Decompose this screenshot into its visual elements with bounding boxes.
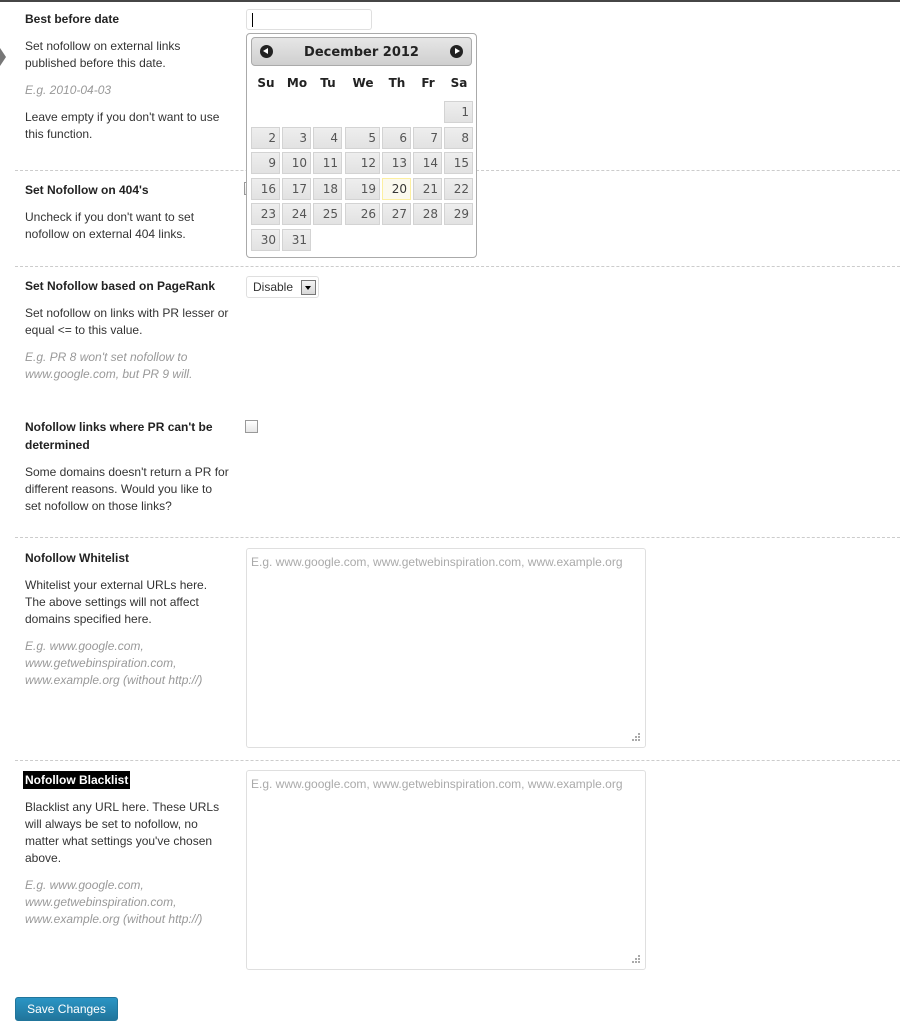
- blacklist-example: E.g. www.google.com, www.getwebinspirati…: [25, 878, 203, 926]
- pagerank-label-group: Set Nofollow based on PageRank Set nofol…: [25, 277, 230, 383]
- calendar-day[interactable]: 8: [444, 127, 473, 149]
- best-before-description: Set nofollow on external links published…: [25, 39, 181, 70]
- calendar-day[interactable]: 11: [313, 152, 342, 174]
- calendar-day[interactable]: 31: [282, 229, 311, 251]
- whitelist-description: Whitelist your external URLs here. The a…: [25, 578, 208, 626]
- weekday-header: Sa: [450, 76, 468, 90]
- calendar-day[interactable]: 17: [282, 178, 311, 200]
- calendar-day-today[interactable]: 20: [382, 178, 411, 200]
- calendar-day[interactable]: 27: [382, 203, 411, 225]
- pagerank-select[interactable]: Disable: [246, 276, 319, 298]
- blacklist-description: Blacklist any URL here. These URLs will …: [25, 800, 220, 865]
- nofollow-404-label-group: Set Nofollow on 404's Uncheck if you don…: [25, 181, 230, 243]
- calendar-day[interactable]: 19: [345, 178, 380, 200]
- calendar-day[interactable]: 21: [413, 178, 442, 200]
- datepicker-popup: December 2012 Su Mo Tu We Th Fr Sa 1 2 3 4 5 6 7 8 9 10 1…: [246, 33, 477, 258]
- calendar-day[interactable]: 1: [444, 101, 473, 123]
- calendar-day[interactable]: 23: [251, 203, 280, 225]
- calendar-day[interactable]: 14: [413, 152, 442, 174]
- whitelist-label-group: Nofollow Whitelist Whitelist your extern…: [25, 549, 230, 689]
- best-before-date-input[interactable]: [246, 9, 372, 30]
- blacklist-placeholder: E.g. www.google.com, www.getwebinspirati…: [251, 777, 623, 791]
- resize-grip-icon[interactable]: [631, 733, 640, 742]
- section-divider: [15, 537, 900, 538]
- resize-grip-icon[interactable]: [631, 955, 640, 964]
- pr-undetermined-description: Some domains doesn't return a PR for dif…: [25, 465, 229, 513]
- calendar-day[interactable]: 22: [444, 178, 473, 200]
- calendar-day[interactable]: 25: [313, 203, 342, 225]
- best-before-note: Leave empty if you don't want to use thi…: [25, 110, 220, 141]
- weekday-header: Fr: [421, 76, 435, 90]
- blacklist-label-group: Nofollow Blacklist Blacklist any URL her…: [23, 771, 230, 928]
- calendar-day[interactable]: 2: [251, 127, 280, 149]
- whitelist-textarea[interactable]: E.g. www.google.com, www.getwebinspirati…: [246, 548, 646, 748]
- calendar-day[interactable]: 10: [282, 152, 311, 174]
- datepicker-header: December 2012: [251, 37, 472, 66]
- calendar-day[interactable]: 29: [444, 203, 473, 225]
- pr-undetermined-label-group: Nofollow links where PR can't be determi…: [25, 418, 230, 515]
- best-before-label-group: Best before date Set nofollow on externa…: [25, 10, 230, 143]
- weekday-header: Tu: [320, 76, 336, 90]
- whitelist-example: E.g. www.google.com, www.getwebinspirati…: [25, 639, 203, 687]
- calendar-day[interactable]: 3: [282, 127, 311, 149]
- pr-undetermined-checkbox[interactable]: [245, 420, 258, 433]
- section-divider: [15, 266, 900, 267]
- best-before-title: Best before date: [25, 12, 120, 26]
- next-month-icon[interactable]: [450, 45, 463, 58]
- calendar-day[interactable]: 7: [413, 127, 442, 149]
- calendar-day[interactable]: 13: [382, 152, 411, 174]
- nofollow-404-title: Set Nofollow on 404's: [25, 183, 149, 197]
- calendar-day[interactable]: 18: [313, 178, 342, 200]
- dropdown-arrow-icon[interactable]: [301, 280, 316, 295]
- nofollow-404-description: Uncheck if you don't want to set nofollo…: [25, 210, 195, 241]
- weekday-header: Mo: [286, 76, 308, 90]
- calendar-day[interactable]: 12: [345, 152, 380, 174]
- blacklist-textarea[interactable]: E.g. www.google.com, www.getwebinspirati…: [246, 770, 646, 970]
- pagerank-selected-value: Disable: [253, 280, 294, 294]
- datepicker-month-title: December 2012: [304, 45, 419, 60]
- blacklist-title: Nofollow Blacklist: [23, 771, 131, 789]
- best-before-example: E.g. 2010-04-03: [25, 83, 112, 97]
- whitelist-title: Nofollow Whitelist: [25, 551, 129, 565]
- pagerank-description: Set nofollow on links with PR lesser or …: [25, 306, 229, 337]
- menu-pointer-icon: [0, 48, 6, 66]
- calendar-day[interactable]: 26: [345, 203, 380, 225]
- pagerank-example: E.g. PR 8 won't set nofollow to www.goog…: [25, 350, 193, 381]
- calendar-day[interactable]: 4: [313, 127, 342, 149]
- weekday-header: Su: [257, 76, 275, 90]
- weekday-header: We: [352, 76, 374, 90]
- admin-top-bar: [0, 0, 900, 2]
- calendar-day[interactable]: 28: [413, 203, 442, 225]
- calendar-day[interactable]: 16: [251, 178, 280, 200]
- whitelist-placeholder: E.g. www.google.com, www.getwebinspirati…: [251, 555, 623, 569]
- section-divider: [15, 760, 900, 761]
- calendar-day[interactable]: 9: [251, 152, 280, 174]
- calendar-day[interactable]: 15: [444, 152, 473, 174]
- text-caret: [252, 13, 253, 27]
- save-changes-button[interactable]: Save Changes: [15, 997, 118, 1021]
- calendar-day[interactable]: 5: [345, 127, 380, 149]
- pagerank-title: Set Nofollow based on PageRank: [25, 279, 216, 293]
- calendar-day[interactable]: 24: [282, 203, 311, 225]
- calendar-day[interactable]: 30: [251, 229, 280, 251]
- weekday-header: Th: [388, 76, 406, 90]
- calendar-day[interactable]: 6: [382, 127, 411, 149]
- pr-undetermined-title: Nofollow links where PR can't be determi…: [25, 420, 213, 452]
